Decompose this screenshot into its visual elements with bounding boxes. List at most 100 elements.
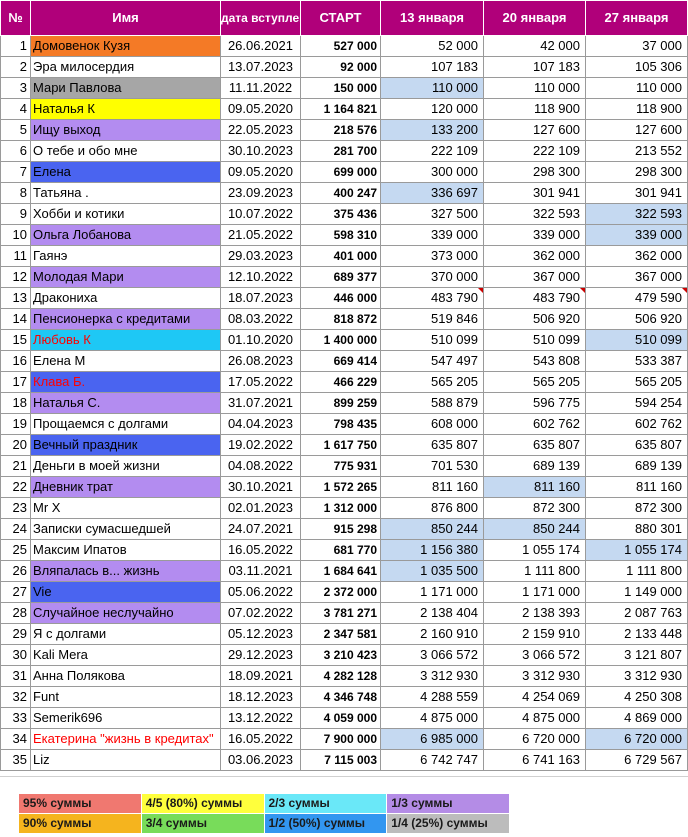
start-amount-cell[interactable]: 3 781 271 bbox=[300, 602, 381, 624]
amount-20-jan-cell[interactable]: 3 312 930 bbox=[483, 665, 586, 687]
amount-27-jan-cell[interactable]: 367 000 bbox=[585, 266, 688, 288]
member-name-cell[interactable]: Mr X bbox=[30, 497, 221, 519]
join-date-cell[interactable]: 21.05.2022 bbox=[220, 224, 301, 246]
member-name-cell[interactable]: Пенсионерка с кредитами bbox=[30, 308, 221, 330]
member-name-cell[interactable]: Наталья С. bbox=[30, 392, 221, 414]
amount-27-jan-cell[interactable]: 298 300 bbox=[585, 161, 688, 183]
amount-13-jan-cell[interactable]: 3 312 930 bbox=[380, 665, 484, 687]
row-number-cell[interactable]: 9 bbox=[0, 203, 31, 225]
amount-20-jan-cell[interactable]: 298 300 bbox=[483, 161, 586, 183]
amount-20-jan-cell[interactable]: 811 160 bbox=[483, 476, 586, 498]
amount-13-jan-cell[interactable]: 876 800 bbox=[380, 497, 484, 519]
member-name-cell[interactable]: Дракониха bbox=[30, 287, 221, 309]
amount-27-jan-cell[interactable]: 37 000 bbox=[585, 35, 688, 57]
amount-13-jan-cell[interactable]: 107 183 bbox=[380, 56, 484, 78]
amount-20-jan-cell[interactable]: 222 109 bbox=[483, 140, 586, 162]
amount-27-jan-cell[interactable]: 635 807 bbox=[585, 434, 688, 456]
amount-27-jan-cell[interactable]: 565 205 bbox=[585, 371, 688, 393]
amount-27-jan-cell[interactable]: 213 552 bbox=[585, 140, 688, 162]
amount-13-jan-cell[interactable]: 608 000 bbox=[380, 413, 484, 435]
header-start[interactable]: СТАРТ bbox=[300, 0, 381, 36]
join-date-cell[interactable]: 29.12.2023 bbox=[220, 644, 301, 666]
amount-20-jan-cell[interactable]: 362 000 bbox=[483, 245, 586, 267]
amount-13-jan-cell[interactable]: 565 205 bbox=[380, 371, 484, 393]
member-name-cell[interactable]: Хобби и котики bbox=[30, 203, 221, 225]
member-name-cell[interactable]: Дневник трат bbox=[30, 476, 221, 498]
start-amount-cell[interactable]: 218 576 bbox=[300, 119, 381, 141]
amount-27-jan-cell[interactable]: 602 762 bbox=[585, 413, 688, 435]
start-amount-cell[interactable]: 1 572 265 bbox=[300, 476, 381, 498]
amount-20-jan-cell[interactable]: 872 300 bbox=[483, 497, 586, 519]
row-number-cell[interactable]: 28 bbox=[0, 602, 31, 624]
amount-27-jan-cell[interactable]: 506 920 bbox=[585, 308, 688, 330]
amount-20-jan-cell[interactable]: 565 205 bbox=[483, 371, 586, 393]
member-name-cell[interactable]: Елена bbox=[30, 161, 221, 183]
amount-13-jan-cell[interactable]: 6 985 000 bbox=[380, 728, 484, 750]
amount-13-jan-cell[interactable]: 373 000 bbox=[380, 245, 484, 267]
row-number-cell[interactable]: 3 bbox=[0, 77, 31, 99]
join-date-cell[interactable]: 30.10.2021 bbox=[220, 476, 301, 498]
row-number-cell[interactable]: 23 bbox=[0, 497, 31, 519]
member-name-cell[interactable]: Гаянэ bbox=[30, 245, 221, 267]
amount-27-jan-cell[interactable]: 811 160 bbox=[585, 476, 688, 498]
member-name-cell[interactable]: Вечный праздник bbox=[30, 434, 221, 456]
amount-13-jan-cell[interactable]: 701 530 bbox=[380, 455, 484, 477]
amount-20-jan-cell[interactable]: 4 254 069 bbox=[483, 686, 586, 708]
amount-20-jan-cell[interactable]: 6 720 000 bbox=[483, 728, 586, 750]
amount-27-jan-cell[interactable]: 1 149 000 bbox=[585, 581, 688, 603]
header-name[interactable]: Имя bbox=[30, 0, 221, 36]
start-amount-cell[interactable]: 818 872 bbox=[300, 308, 381, 330]
amount-27-jan-cell[interactable]: 533 387 bbox=[585, 350, 688, 372]
amount-13-jan-cell[interactable]: 133 200 bbox=[380, 119, 484, 141]
amount-20-jan-cell[interactable]: 2 138 393 bbox=[483, 602, 586, 624]
amount-20-jan-cell[interactable]: 339 000 bbox=[483, 224, 586, 246]
amount-20-jan-cell[interactable]: 6 741 163 bbox=[483, 749, 586, 771]
start-amount-cell[interactable]: 4 059 000 bbox=[300, 707, 381, 729]
member-name-cell[interactable]: Мари Павлова bbox=[30, 77, 221, 99]
amount-13-jan-cell[interactable]: 2 160 910 bbox=[380, 623, 484, 645]
amount-20-jan-cell[interactable]: 127 600 bbox=[483, 119, 586, 141]
join-date-cell[interactable]: 09.05.2020 bbox=[220, 98, 301, 120]
amount-27-jan-cell[interactable]: 1 055 174 bbox=[585, 539, 688, 561]
join-date-cell[interactable]: 04.04.2023 bbox=[220, 413, 301, 435]
amount-27-jan-cell[interactable]: 6 729 567 bbox=[585, 749, 688, 771]
row-number-cell[interactable]: 22 bbox=[0, 476, 31, 498]
start-amount-cell[interactable]: 1 164 821 bbox=[300, 98, 381, 120]
amount-13-jan-cell[interactable]: 635 807 bbox=[380, 434, 484, 456]
row-number-cell[interactable]: 2 bbox=[0, 56, 31, 78]
amount-20-jan-cell[interactable]: 510 099 bbox=[483, 329, 586, 351]
amount-27-jan-cell[interactable]: 3 312 930 bbox=[585, 665, 688, 687]
amount-27-jan-cell[interactable]: 2 133 448 bbox=[585, 623, 688, 645]
member-name-cell[interactable]: Вляпалась в... жизнь bbox=[30, 560, 221, 582]
row-number-cell[interactable]: 8 bbox=[0, 182, 31, 204]
row-number-cell[interactable]: 10 bbox=[0, 224, 31, 246]
amount-20-jan-cell[interactable]: 1 111 800 bbox=[483, 560, 586, 582]
amount-13-jan-cell[interactable]: 120 000 bbox=[380, 98, 484, 120]
start-amount-cell[interactable]: 681 770 bbox=[300, 539, 381, 561]
row-number-cell[interactable]: 21 bbox=[0, 455, 31, 477]
row-number-cell[interactable]: 20 bbox=[0, 434, 31, 456]
member-name-cell[interactable]: О тебе и обо мне bbox=[30, 140, 221, 162]
amount-13-jan-cell[interactable]: 850 244 bbox=[380, 518, 484, 540]
member-name-cell[interactable]: Екатерина "жизнь в кредитах" bbox=[30, 728, 221, 750]
join-date-cell[interactable]: 22.05.2023 bbox=[220, 119, 301, 141]
header-13-jan[interactable]: 13 января bbox=[380, 0, 484, 36]
row-number-cell[interactable]: 26 bbox=[0, 560, 31, 582]
amount-27-jan-cell[interactable]: 594 254 bbox=[585, 392, 688, 414]
start-amount-cell[interactable]: 7 900 000 bbox=[300, 728, 381, 750]
member-name-cell[interactable]: Любовь К bbox=[30, 329, 221, 351]
amount-20-jan-cell[interactable]: 543 808 bbox=[483, 350, 586, 372]
amount-13-jan-cell[interactable]: 327 500 bbox=[380, 203, 484, 225]
row-number-cell[interactable]: 17 bbox=[0, 371, 31, 393]
member-name-cell[interactable]: Funt bbox=[30, 686, 221, 708]
amount-27-jan-cell[interactable]: 105 306 bbox=[585, 56, 688, 78]
member-name-cell[interactable]: Я с долгами bbox=[30, 623, 221, 645]
join-date-cell[interactable]: 30.10.2023 bbox=[220, 140, 301, 162]
start-amount-cell[interactable]: 466 229 bbox=[300, 371, 381, 393]
amount-13-jan-cell[interactable]: 339 000 bbox=[380, 224, 484, 246]
amount-13-jan-cell[interactable]: 110 000 bbox=[380, 77, 484, 99]
amount-13-jan-cell[interactable]: 6 742 747 bbox=[380, 749, 484, 771]
join-date-cell[interactable]: 29.03.2023 bbox=[220, 245, 301, 267]
start-amount-cell[interactable]: 1 617 750 bbox=[300, 434, 381, 456]
join-date-cell[interactable]: 23.09.2023 bbox=[220, 182, 301, 204]
